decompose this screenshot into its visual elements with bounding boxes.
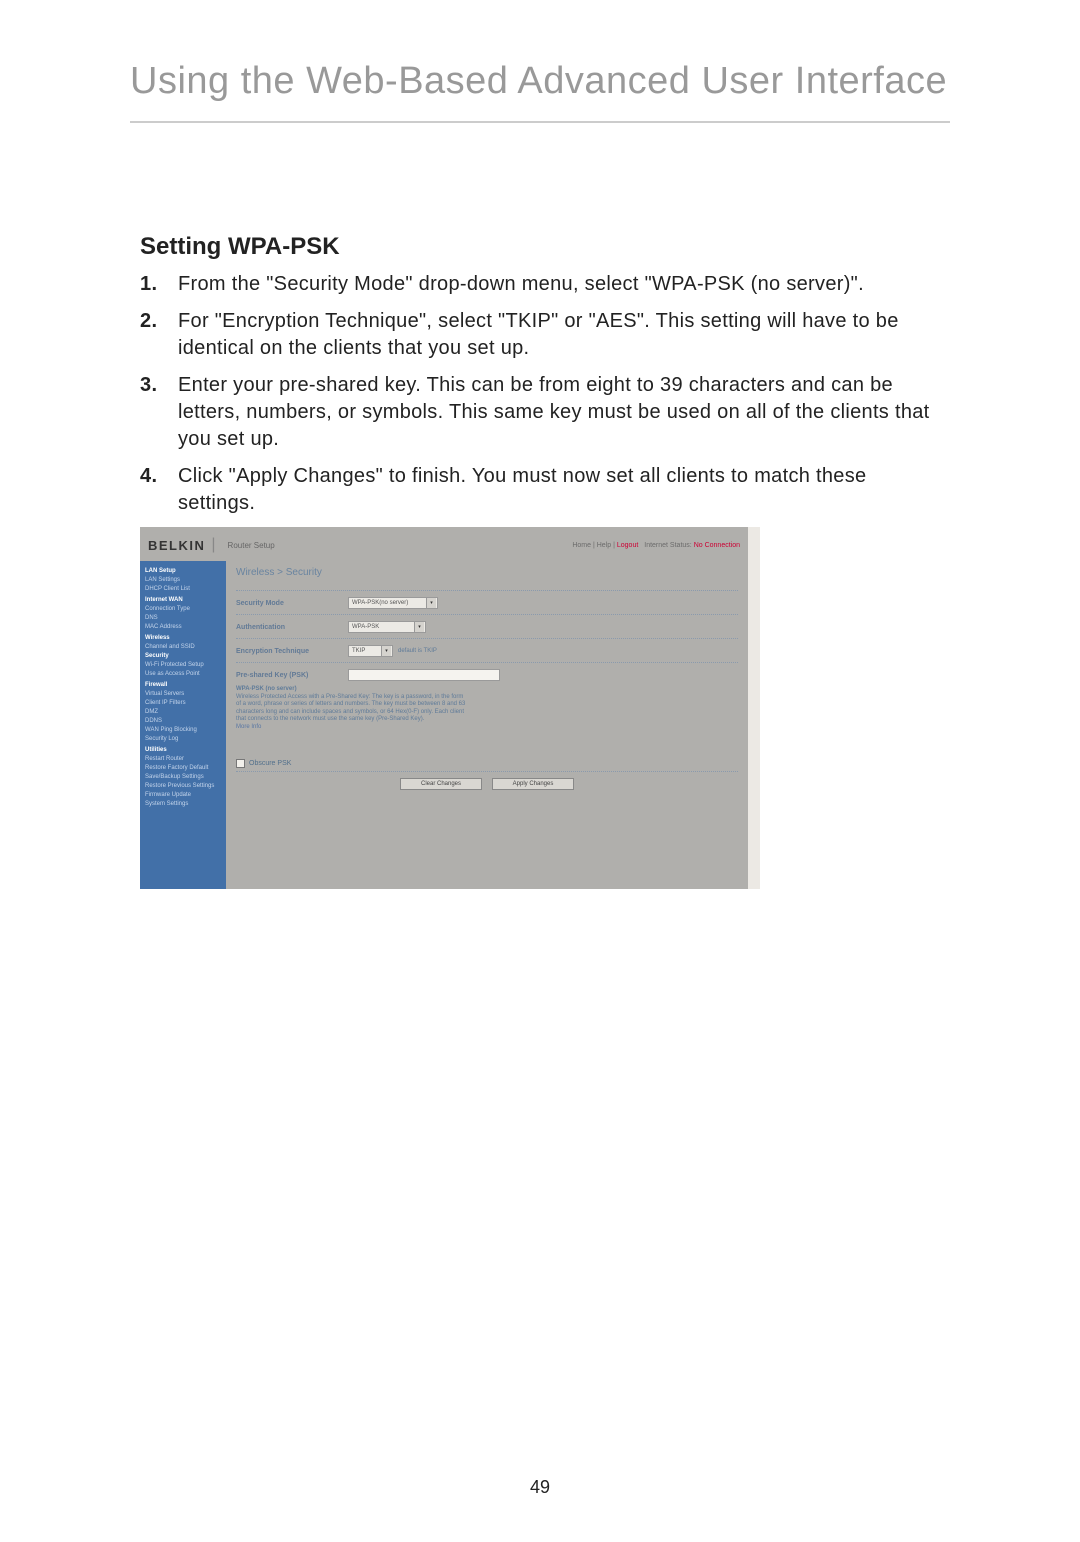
sidebar-item[interactable]: DDNS xyxy=(145,717,221,726)
sidebar: LAN SetupLAN SettingsDHCP Client List Int… xyxy=(140,561,226,889)
encryption-label: Encryption Technique xyxy=(236,648,348,655)
sidebar-item[interactable]: Connection Type xyxy=(145,605,221,614)
sidebar-item[interactable]: WAN Ping Blocking xyxy=(145,726,221,735)
sidebar-heading: Firewall xyxy=(145,681,221,690)
steps-list: From the "Security Mode" drop-down menu,… xyxy=(140,271,940,517)
chevron-down-icon: ▾ xyxy=(426,598,436,608)
step-item: Enter your pre-shared key. This can be f… xyxy=(140,372,940,453)
encryption-helper: default is TKIP xyxy=(398,648,437,654)
logout-link[interactable]: Logout xyxy=(617,542,638,549)
sidebar-item[interactable]: LAN Settings xyxy=(145,576,221,585)
step-item: For "Encryption Technique", select "TKIP… xyxy=(140,308,940,362)
chevron-down-icon: ▾ xyxy=(381,646,391,656)
obscure-psk-checkbox[interactable] xyxy=(236,759,245,768)
authentication-label: Authentication xyxy=(236,624,348,631)
divider xyxy=(236,614,738,615)
sidebar-item[interactable]: Firmware Update xyxy=(145,791,221,800)
security-mode-label: Security Mode xyxy=(236,600,348,607)
panel-breadcrumb: Wireless > Security xyxy=(236,567,738,578)
internet-status-value: No Connection xyxy=(694,542,740,549)
encryption-row: Encryption Technique TKIP ▾ default is T… xyxy=(236,645,738,657)
internet-status-label: Internet Status: xyxy=(644,542,691,549)
encryption-select[interactable]: TKIP ▾ xyxy=(348,645,393,657)
description-block: WPA-PSK (no server) Wireless Protected A… xyxy=(236,686,466,731)
divider xyxy=(236,662,738,663)
sidebar-item[interactable]: Restore Previous Settings xyxy=(145,782,221,791)
content-panel: Wireless > Security Security Mode WPA-PS… xyxy=(226,561,748,889)
psk-input[interactable] xyxy=(348,669,500,681)
sidebar-item[interactable]: Client IP Filters xyxy=(145,699,221,708)
router-setup-label: Router Setup xyxy=(228,541,275,550)
more-info-link[interactable]: More Info xyxy=(236,724,261,730)
brand-logo: BELKIN xyxy=(148,538,205,553)
sidebar-item[interactable]: MAC Address xyxy=(145,623,221,632)
security-mode-select[interactable]: WPA-PSK(no server) ▾ xyxy=(348,597,438,609)
sidebar-item[interactable]: Use as Access Point xyxy=(145,670,221,679)
select-value: WPA-PSK xyxy=(352,624,379,630)
sidebar-item[interactable]: Restart Router xyxy=(145,755,221,764)
sidebar-heading: Wireless xyxy=(145,634,221,643)
embed-main: LAN SetupLAN SettingsDHCP Client List Int… xyxy=(140,561,748,889)
step-item: From the "Security Mode" drop-down menu,… xyxy=(140,271,940,298)
select-value: TKIP xyxy=(352,648,365,654)
sidebar-item[interactable]: Restore Factory Default xyxy=(145,764,221,773)
sidebar-item[interactable]: Channel and SSID xyxy=(145,643,221,652)
sidebar-item[interactable]: System Settings xyxy=(145,800,221,809)
sidebar-item[interactable]: Wi-Fi Protected Setup xyxy=(145,661,221,670)
step-item: Click "Apply Changes" to finish. You mus… xyxy=(140,463,940,517)
top-right-links: Home | Help | Logout Internet Status: No… xyxy=(572,542,740,549)
sidebar-item[interactable]: Security Log xyxy=(145,735,221,744)
sidebar-item[interactable]: Save/Backup Settings xyxy=(145,773,221,782)
content-body: Setting WPA-PSK From the "Security Mode"… xyxy=(130,233,950,889)
divider xyxy=(236,638,738,639)
sidebar-item[interactable]: Security xyxy=(145,652,221,661)
authentication-select[interactable]: WPA-PSK ▾ xyxy=(348,621,426,633)
select-value: WPA-PSK(no server) xyxy=(352,600,408,606)
chevron-down-icon: ▾ xyxy=(414,622,424,632)
psk-label: Pre-shared Key (PSK) xyxy=(236,672,348,679)
clear-changes-button[interactable]: Clear Changes xyxy=(400,778,482,790)
psk-row: Pre-shared Key (PSK) xyxy=(236,669,738,681)
scrollbar[interactable] xyxy=(750,879,758,889)
brand-separator: | xyxy=(211,536,215,554)
sidebar-item[interactable]: DMZ xyxy=(145,708,221,717)
divider xyxy=(236,771,738,772)
sidebar-item[interactable]: Virtual Servers xyxy=(145,690,221,699)
sidebar-item[interactable]: DHCP Client List xyxy=(145,585,221,594)
section-heading: Setting WPA-PSK xyxy=(140,233,940,261)
help-link[interactable]: Help xyxy=(597,542,611,549)
apply-changes-button[interactable]: Apply Changes xyxy=(492,778,574,790)
security-mode-row: Security Mode WPA-PSK(no server) ▾ xyxy=(236,597,738,609)
divider xyxy=(236,590,738,591)
sidebar-heading: Utilities xyxy=(145,746,221,755)
home-link[interactable]: Home xyxy=(572,542,591,549)
authentication-row: Authentication WPA-PSK ▾ xyxy=(236,621,738,633)
page-title: Using the Web-Based Advanced User Interf… xyxy=(130,60,950,123)
sidebar-item[interactable]: DNS xyxy=(145,614,221,623)
sidebar-heading: Internet WAN xyxy=(145,596,221,605)
desc-text: Wireless Protected Access with a Pre-Sha… xyxy=(236,694,465,723)
embedded-screenshot: BELKIN | Router Setup Home | Help | Logo… xyxy=(140,527,760,889)
desc-bold: WPA-PSK (no server) xyxy=(236,686,297,692)
page-number: 49 xyxy=(0,1477,1080,1498)
embed-header: BELKIN | Router Setup Home | Help | Logo… xyxy=(140,527,748,561)
obscure-psk-row: Obscure PSK xyxy=(236,759,738,768)
sidebar-heading: LAN Setup xyxy=(145,567,221,576)
button-row: Clear Changes Apply Changes xyxy=(236,778,738,790)
obscure-psk-label: Obscure PSK xyxy=(249,760,291,767)
